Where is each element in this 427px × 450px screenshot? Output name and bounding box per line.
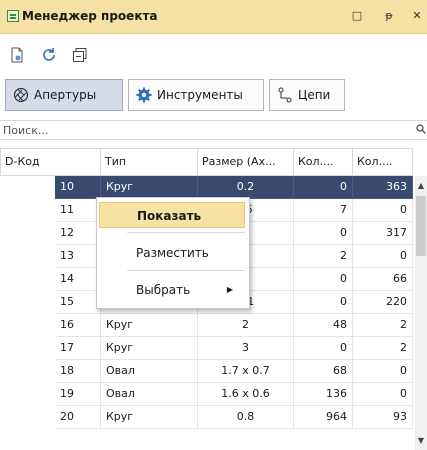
column-header-type[interactable]: Тип [101, 148, 198, 176]
gear-icon [136, 87, 152, 103]
maximize-button[interactable]: □ [350, 9, 364, 23]
cell-size: 1.6 x 0.6 [198, 383, 294, 406]
cell-count1: 0 [294, 291, 353, 314]
search-input[interactable]: Поиск... [3, 124, 48, 137]
column-header-count2[interactable]: Кол.... [353, 148, 413, 176]
cell-count1: 7 [294, 199, 353, 222]
cell-dcode: 12 [55, 222, 101, 245]
cell-size: 1.7 x 0.7 [198, 360, 294, 383]
tab-tools-label: Инструменты [157, 88, 243, 102]
tab-nets-label: Цепи [298, 88, 331, 102]
menu-item-select[interactable]: Выбрать ▶ [99, 277, 245, 303]
cell-type: Круг [101, 337, 198, 360]
cell-dcode: 14 [55, 268, 101, 291]
cell-count2: 363 [353, 176, 413, 199]
cell-count1: 0 [294, 337, 353, 360]
column-header-count1[interactable]: Кол.... [294, 148, 353, 176]
cell-count1: 0 [294, 222, 353, 245]
tab-apertures-label: Апертуры [34, 88, 97, 102]
menu-item-show[interactable]: Показать [99, 202, 245, 228]
cell-size: 0.2 [198, 176, 294, 199]
close-button[interactable]: ✕ [410, 9, 424, 23]
submenu-arrow-icon: ▶ [226, 285, 233, 294]
tab-apertures[interactable]: Апертуры [5, 79, 123, 111]
menu-separator [127, 232, 245, 233]
cell-type: Овал [101, 360, 198, 383]
search-bar: Поиск... [0, 120, 427, 140]
cell-count2: 317 [353, 222, 413, 245]
cell-size: 0.8 [198, 406, 294, 429]
column-header-dcode[interactable]: D-Код [0, 148, 101, 176]
cell-type: Круг [101, 314, 198, 337]
cell-type: Овал [101, 383, 198, 406]
cell-count2: 0 [353, 360, 413, 383]
cell-count1: 136 [294, 383, 353, 406]
tab-tools[interactable]: Инструменты [128, 79, 264, 111]
cell-dcode: 10 [55, 176, 101, 199]
menu-item-place[interactable]: Разместить [99, 240, 245, 266]
cell-count1: 48 [294, 314, 353, 337]
cell-count1: 0 [294, 268, 353, 291]
search-icon[interactable] [416, 124, 426, 134]
cell-type: Круг [101, 176, 198, 199]
cell-count2: 66 [353, 268, 413, 291]
scroll-up-button[interactable]: ▲ [415, 179, 427, 193]
cell-dcode: 18 [55, 360, 101, 383]
column-header-size[interactable]: Размер (Ах... [198, 148, 294, 176]
scroll-down-button[interactable]: ▼ [415, 434, 427, 448]
collapse-icon[interactable] [72, 47, 88, 63]
aperture-icon [13, 87, 29, 103]
net-icon [278, 87, 292, 103]
cell-dcode: 11 [55, 199, 101, 222]
cell-count2: 2 [353, 337, 413, 360]
cell-dcode: 16 [55, 314, 101, 337]
cell-count2: 0 [353, 199, 413, 222]
pin-button[interactable]: ᵽ [382, 9, 396, 23]
cell-size: 2 [198, 314, 294, 337]
cell-type: Круг [101, 406, 198, 429]
cell-count2: 2 [353, 314, 413, 337]
context-menu: Показать Разместить Выбрать ▶ [96, 197, 250, 309]
cell-count2: 93 [353, 406, 413, 429]
cell-dcode: 17 [55, 337, 101, 360]
title-bar: Менеджер проекта □ ᵽ ✕ [0, 0, 427, 34]
scrollbar-thumb[interactable] [416, 196, 426, 256]
tab-nets[interactable]: Цепи [269, 79, 345, 111]
cell-count2: 220 [353, 291, 413, 314]
cell-size: 3 [198, 337, 294, 360]
cell-dcode: 15 [55, 291, 101, 314]
cell-count1: 0 [294, 176, 353, 199]
cell-count2: 0 [353, 383, 413, 406]
menu-item-select-label: Выбрать [136, 283, 191, 297]
document-properties-icon[interactable] [9, 47, 25, 63]
cell-count1: 964 [294, 406, 353, 429]
cell-count1: 2 [294, 245, 353, 268]
refresh-icon[interactable] [41, 47, 57, 63]
cell-count2: 0 [353, 245, 413, 268]
menu-separator [127, 270, 245, 271]
cell-dcode: 20 [55, 406, 101, 429]
cell-dcode: 19 [55, 383, 101, 406]
window-title: Менеджер проекта [22, 9, 158, 23]
project-manager-icon [7, 10, 19, 22]
cell-count1: 68 [294, 360, 353, 383]
cell-dcode: 13 [55, 245, 101, 268]
